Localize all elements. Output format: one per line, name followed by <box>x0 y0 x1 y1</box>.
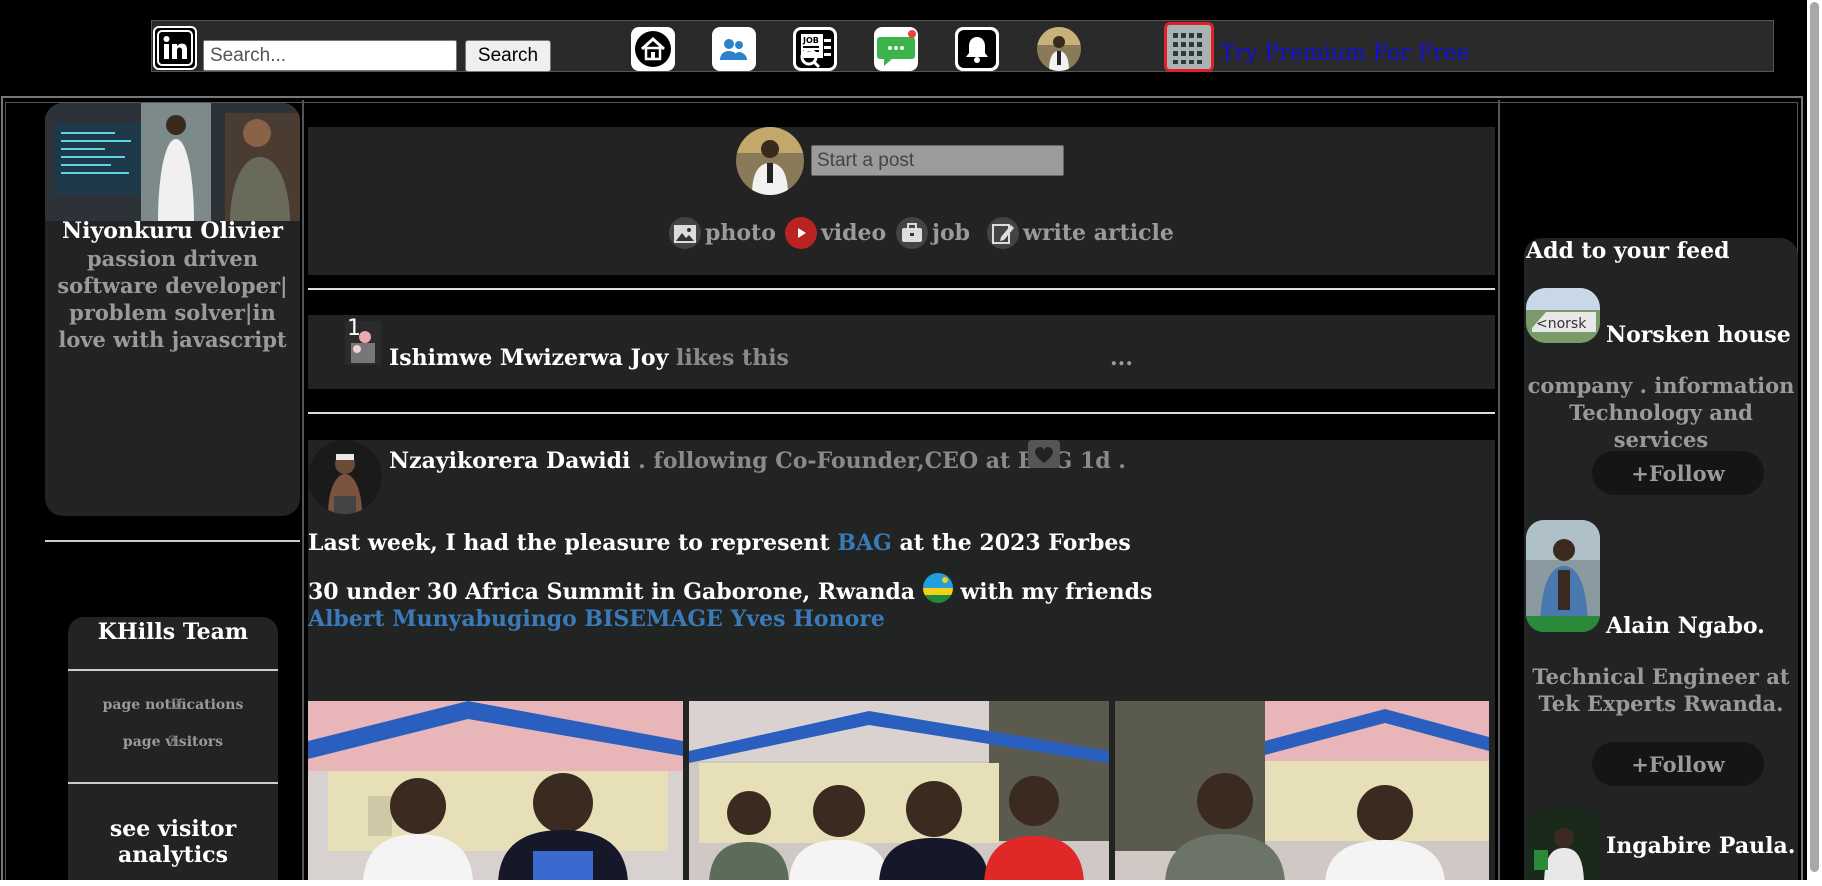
add-to-feed-card: Add to your feed <norsk Norsken house co… <box>1524 238 1798 886</box>
svg-text:JOB: JOB <box>802 36 819 45</box>
profile-avatar[interactable] <box>1037 27 1081 71</box>
feed-post: Nzayikorera Dawidi . following Co-Founde… <box>308 440 1495 886</box>
vertical-scrollbar[interactable] <box>1807 0 1822 886</box>
start-post-input[interactable] <box>811 145 1064 176</box>
feed-item-name-3[interactable]: Ingabire Paula. <box>1606 833 1795 859</box>
video-action[interactable]: video <box>785 217 886 249</box>
more-options-button[interactable]: ... <box>1110 345 1133 371</box>
post-photo-2[interactable] <box>689 701 1109 886</box>
svg-text:1: 1 <box>347 316 361 341</box>
post-text-2b: with my friends <box>960 579 1153 605</box>
feed-title: Add to your feed <box>1526 238 1730 264</box>
horizontal-scrollbar[interactable] <box>0 880 1807 886</box>
post-text-line-1: Last week, I had the pleasure to represe… <box>308 530 1131 556</box>
home-icon[interactable] <box>631 27 675 71</box>
page-notifications-stat[interactable]: page notifications 2 <box>68 697 278 713</box>
profile-banner <box>45 103 300 221</box>
feed-item-desc-2: Technical Engineer at Tek Experts Rwanda… <box>1532 664 1790 716</box>
team-divider <box>68 669 278 671</box>
premium-icon[interactable] <box>1164 22 1214 72</box>
svg-text:<norsk: <norsk <box>1536 316 1587 332</box>
linkedin-logo-icon[interactable] <box>153 26 197 70</box>
profile-name[interactable]: Niyonkuru Olivier <box>45 218 300 244</box>
photo-icon <box>669 217 701 249</box>
post-photo-3[interactable] <box>1115 701 1489 886</box>
video-label: video <box>821 220 887 246</box>
photo-label: photo <box>705 220 776 246</box>
activity-action: likes this <box>676 345 789 371</box>
network-icon[interactable] <box>712 27 756 71</box>
write-article-action[interactable]: write article <box>987 217 1174 249</box>
post-photo-1[interactable] <box>308 701 683 886</box>
rwanda-flag-icon <box>922 573 953 603</box>
post-link-bag[interactable]: BAG <box>837 530 891 556</box>
job-label: job <box>932 220 971 246</box>
left-column-divider <box>302 100 304 886</box>
messaging-icon[interactable] <box>874 27 918 71</box>
post-text-2a: 30 under 30 Africa Summit in Gaborone, R… <box>308 579 915 605</box>
team-divider-bottom <box>68 782 278 784</box>
notifications-icon[interactable] <box>955 27 999 71</box>
activity-text: Ishimwe Mwizerwa Joy likes this <box>389 345 789 371</box>
composer-avatar <box>736 127 804 195</box>
right-column-divider <box>1498 100 1500 886</box>
post-text-line-3: Albert Munyabugingo BISEMAGE Yves Honore <box>308 606 885 632</box>
feed-item-desc-1: company . information Technology and ser… <box>1527 373 1795 452</box>
photo-action[interactable]: photo <box>669 217 776 249</box>
post-text-line-2: 30 under 30 Africa Summit in Gaborone, R… <box>308 573 1152 605</box>
post-author-name[interactable]: Nzayikorera Dawidi <box>389 448 630 474</box>
team-card: KHills Team page notifications 2 page vi… <box>68 617 278 886</box>
page-visitors-count: 3 <box>168 734 178 750</box>
norsken-house-logo[interactable]: <norsk <box>1526 288 1600 343</box>
premium-link[interactable]: Try Premium For Free <box>1220 41 1470 66</box>
search-button[interactable]: Search <box>465 40 551 72</box>
activity-user[interactable]: Ishimwe Mwizerwa Joy <box>389 345 668 371</box>
page-notifications-count: 2 <box>172 697 182 713</box>
follow-button-2[interactable]: +Follow <box>1592 742 1764 786</box>
post-author-avatar[interactable] <box>308 440 382 514</box>
team-title[interactable]: KHills Team <box>68 619 278 645</box>
left-divider <box>45 540 300 542</box>
job-icon <box>896 217 928 249</box>
profile-card[interactable]: Niyonkuru Olivier passion driven softwar… <box>45 103 300 516</box>
top-nav: Search JOB Try Premium For Free <box>151 20 1774 72</box>
job-action[interactable]: job <box>896 217 970 249</box>
post-header: Nzayikorera Dawidi . following Co-Founde… <box>389 448 1126 474</box>
feed-divider-2 <box>308 412 1495 414</box>
globe-icon <box>1028 440 1060 468</box>
jobs-icon[interactable]: JOB <box>793 27 837 71</box>
post-composer: photo video job write article <box>308 127 1495 275</box>
alain-ngabo-avatar[interactable] <box>1526 520 1600 632</box>
post-mentions-link[interactable]: Albert Munyabugingo BISEMAGE Yves Honore <box>308 606 885 632</box>
feed-item-name-2[interactable]: Alain Ngabo. <box>1606 613 1765 639</box>
page-visitors-stat[interactable]: page visitors 3 <box>68 734 278 750</box>
write-article-icon <box>987 217 1019 249</box>
scrollbar-thumb[interactable] <box>1810 2 1819 872</box>
ingabire-paula-avatar[interactable] <box>1526 810 1600 886</box>
video-icon <box>785 217 817 249</box>
post-text-1a: Last week, I had the pleasure to represe… <box>308 530 830 556</box>
profile-bio: passion driven software developer| probl… <box>57 246 288 352</box>
search-input[interactable] <box>203 40 457 71</box>
write-article-label: write article <box>1023 220 1174 246</box>
follow-button-1[interactable]: +Follow <box>1592 451 1764 495</box>
feed-divider <box>308 288 1495 290</box>
activity-bar: 1 Ishimwe Mwizerwa Joy likes this ... <box>308 315 1495 389</box>
activity-avatar: 1 <box>345 315 381 365</box>
post-text-1b: at the 2023 Forbes <box>899 530 1131 556</box>
visitor-analytics-link[interactable]: see visitor analytics <box>68 816 278 868</box>
feed-item-name-1[interactable]: Norsken house <box>1606 322 1791 348</box>
